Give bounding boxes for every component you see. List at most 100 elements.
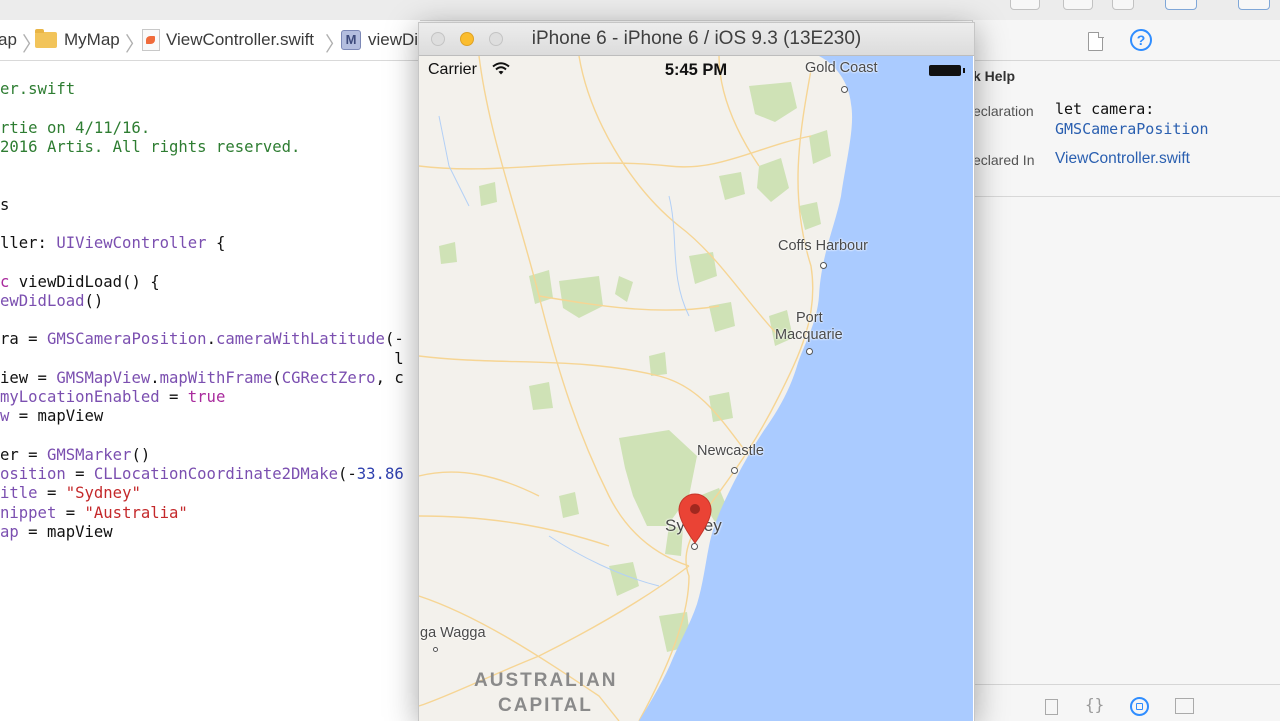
code-token: (	[272, 368, 282, 387]
code-token: UIViewController	[56, 234, 207, 252]
folder-icon	[35, 29, 57, 48]
code-token: {	[206, 234, 226, 252]
city-label-port[interactable]: Port	[796, 310, 823, 326]
code-line: w = mapView	[0, 407, 103, 425]
code-token: cameraWithLatitude	[215, 330, 385, 349]
simulator-window: iPhone 6 - iPhone 6 / iOS 9.3 (13E230) C…	[418, 22, 975, 721]
code-token: rtie on 4/11/16.	[0, 118, 151, 137]
code-line: osition = CLLocationCoordinate2DMake(-33…	[0, 465, 404, 483]
declared-in-link[interactable]: ViewController.swift	[1055, 150, 1190, 168]
city-marker-dot	[841, 86, 848, 93]
code-token: l	[0, 349, 404, 368]
code-line: nippet = "Australia"	[0, 504, 188, 522]
code-token: ap	[0, 522, 19, 541]
code-token: 33.86	[356, 465, 404, 483]
map-marker-icon[interactable]	[678, 493, 712, 547]
code-token: "Sydney"	[65, 484, 141, 503]
city-marker-dot	[820, 262, 827, 269]
declaration-type[interactable]: GMSCameraPosition	[1055, 120, 1209, 138]
code-token: mapWithFrame	[159, 368, 273, 387]
code-line: c viewDidLoad() {	[0, 273, 160, 291]
code-token: ()	[84, 291, 104, 310]
city-label-newcastle[interactable]: Newcastle	[697, 443, 764, 459]
code-snippet-icon[interactable]: {}	[1085, 695, 1104, 714]
code-line: ap = mapView	[0, 523, 113, 541]
code-token: .	[206, 330, 216, 349]
code-token: myLocationEnabled	[0, 388, 160, 406]
breadcrumb-project[interactable]: ap	[0, 30, 17, 50]
object-library-icon[interactable]	[1130, 697, 1149, 716]
code-token: true	[187, 388, 226, 406]
toolbar-button[interactable]	[1238, 0, 1270, 10]
code-token: GMSCameraPosition	[46, 330, 207, 349]
city-marker-dot	[806, 348, 813, 355]
method-icon: M	[341, 30, 361, 50]
library-bar: {}	[973, 684, 1280, 721]
toolbar-button[interactable]	[1063, 0, 1093, 10]
region-label-line-1: AUSTRALIAN	[474, 670, 618, 691]
file-inspector-icon[interactable]	[1088, 31, 1104, 51]
code-token: w	[0, 407, 10, 426]
code-token: er =	[0, 445, 47, 464]
code-line: iew = GMSMapView.mapWithFrame(CGRectZero…	[0, 369, 404, 387]
toolbar-button[interactable]	[1010, 0, 1040, 10]
code-token: itle	[0, 484, 38, 503]
code-token: .	[150, 368, 160, 387]
toolbar-button[interactable]	[1112, 0, 1134, 10]
divider	[973, 196, 1280, 197]
simulator-title: iPhone 6 - iPhone 6 / iOS 9.3 (13E230)	[531, 28, 862, 49]
map-view[interactable]	[419, 56, 973, 721]
breadcrumb-method[interactable]: viewDi	[368, 30, 418, 50]
code-token: , c	[375, 368, 404, 387]
device-screen[interactable]: Carrier 5:45 PM Gold Coast Coffs Harbour…	[419, 56, 973, 721]
code-token: ller:	[0, 234, 57, 252]
code-token: (-	[384, 330, 404, 349]
code-line: l	[0, 349, 404, 368]
code-token: viewDidLoad() {	[9, 272, 160, 291]
code-token: = mapView	[18, 522, 113, 541]
xcode-toolbar	[0, 0, 1280, 21]
code-token: iew =	[0, 368, 57, 387]
code-token: =	[37, 484, 66, 503]
code-line: ewDidLoad()	[0, 292, 103, 310]
toolbar-button[interactable]	[1165, 0, 1197, 10]
code-token: GMSMapView	[56, 368, 151, 387]
city-label-coffs-harbour[interactable]: Coffs Harbour	[778, 238, 868, 254]
declared-in-label: eclared In	[973, 152, 1035, 168]
code-token: nippet	[0, 503, 57, 522]
code-token: osition	[0, 465, 66, 483]
status-bar: Carrier 5:45 PM	[419, 56, 973, 82]
code-token: er.swift	[0, 80, 76, 98]
quick-help-title: k Help	[973, 68, 1016, 84]
breadcrumb-folder[interactable]: MyMap	[64, 30, 120, 50]
declaration-label: eclaration	[973, 103, 1034, 119]
code-line: 2016 Artis. All rights reserved.	[0, 138, 300, 156]
breadcrumb-file[interactable]: ViewController.swift	[166, 30, 314, 50]
code-token: ewDidLoad	[0, 291, 85, 310]
code-line: er.swift	[0, 80, 75, 98]
code-token: "Australia"	[84, 503, 188, 522]
code-token: c	[0, 272, 10, 291]
code-token: (-	[338, 465, 357, 483]
city-label-wagga-wagga[interactable]: ga Wagga	[420, 625, 486, 641]
city-label-macquarie[interactable]: Macquarie	[775, 327, 843, 343]
city-marker-dot	[433, 647, 438, 652]
city-label-gold-coast[interactable]: Gold Coast	[805, 60, 878, 76]
swift-file-icon	[142, 29, 160, 51]
code-line: ra = GMSCameraPosition.cameraWithLatitud…	[0, 330, 404, 348]
code-token: ra	[0, 330, 19, 349]
inspector-tabs: ?	[973, 20, 1280, 61]
status-time: 5:45 PM	[664, 61, 728, 79]
code-line: myLocationEnabled = true	[0, 388, 225, 406]
code-token: s	[0, 195, 10, 214]
media-library-icon[interactable]	[1175, 698, 1194, 714]
city-marker-dot	[731, 467, 738, 474]
code-editor[interactable]: er.swift rtie on 4/11/16. 2016 Artis. All …	[0, 61, 420, 720]
jump-bar: ap 〉 MyMap 〉 ViewController.swift 〉 M vi…	[0, 20, 420, 61]
code-token: GMSMarker	[46, 445, 132, 464]
simulator-titlebar[interactable]: iPhone 6 - iPhone 6 / iOS 9.3 (13E230)	[419, 23, 974, 56]
file-template-icon[interactable]	[1045, 699, 1058, 715]
declaration-code: let camera:	[1055, 100, 1155, 118]
quick-help-icon[interactable]: ?	[1130, 29, 1152, 51]
code-token: 2016 Artis. All rights reserved.	[0, 137, 301, 156]
